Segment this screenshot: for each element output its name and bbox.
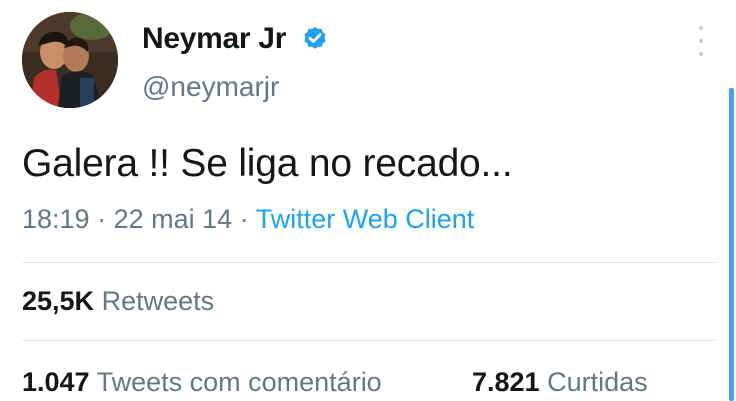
divider: [22, 262, 716, 263]
more-dot: [699, 52, 703, 56]
more-dot: [699, 39, 703, 43]
more-dot: [699, 26, 703, 30]
tweet-card: Neymar Jr @neymarjr Galera !! Se liga no…: [0, 0, 736, 401]
user-handle[interactable]: @neymarjr: [142, 71, 279, 103]
tweet-meta: 18:19 · 22 mai 14 · Twitter Web Client: [22, 204, 474, 235]
verified-badge-icon: [304, 26, 326, 49]
likes-stat[interactable]: 7.821 Curtidas: [472, 367, 648, 398]
tweet-text: Galera !! Se liga no recado...: [22, 142, 513, 185]
divider: [22, 340, 716, 341]
meta-separator: ·: [97, 204, 107, 234]
tweet-client-link[interactable]: Twitter Web Client: [256, 204, 475, 234]
tweet-time: 18:19: [22, 204, 90, 234]
meta-separator: ·: [239, 204, 249, 234]
scrollbar[interactable]: [729, 88, 734, 401]
quote-tweets-label: Tweets com comentário: [96, 367, 382, 397]
retweets-stat[interactable]: 25,5K Retweets: [22, 286, 214, 317]
likes-label: Curtidas: [547, 367, 648, 397]
avatar-photo: [22, 12, 118, 108]
display-name[interactable]: Neymar Jr: [142, 22, 286, 56]
retweets-count: 25,5K: [22, 286, 95, 316]
quote-tweets-stat[interactable]: 1.047 Tweets com comentário: [22, 367, 382, 398]
tweet-date: 22 mai 14: [113, 204, 233, 234]
quote-tweets-count: 1.047: [22, 367, 90, 397]
more-vertical-icon[interactable]: [694, 26, 708, 56]
likes-count: 7.821: [472, 367, 540, 397]
avatar[interactable]: [22, 12, 118, 108]
retweets-label: Retweets: [101, 286, 215, 316]
